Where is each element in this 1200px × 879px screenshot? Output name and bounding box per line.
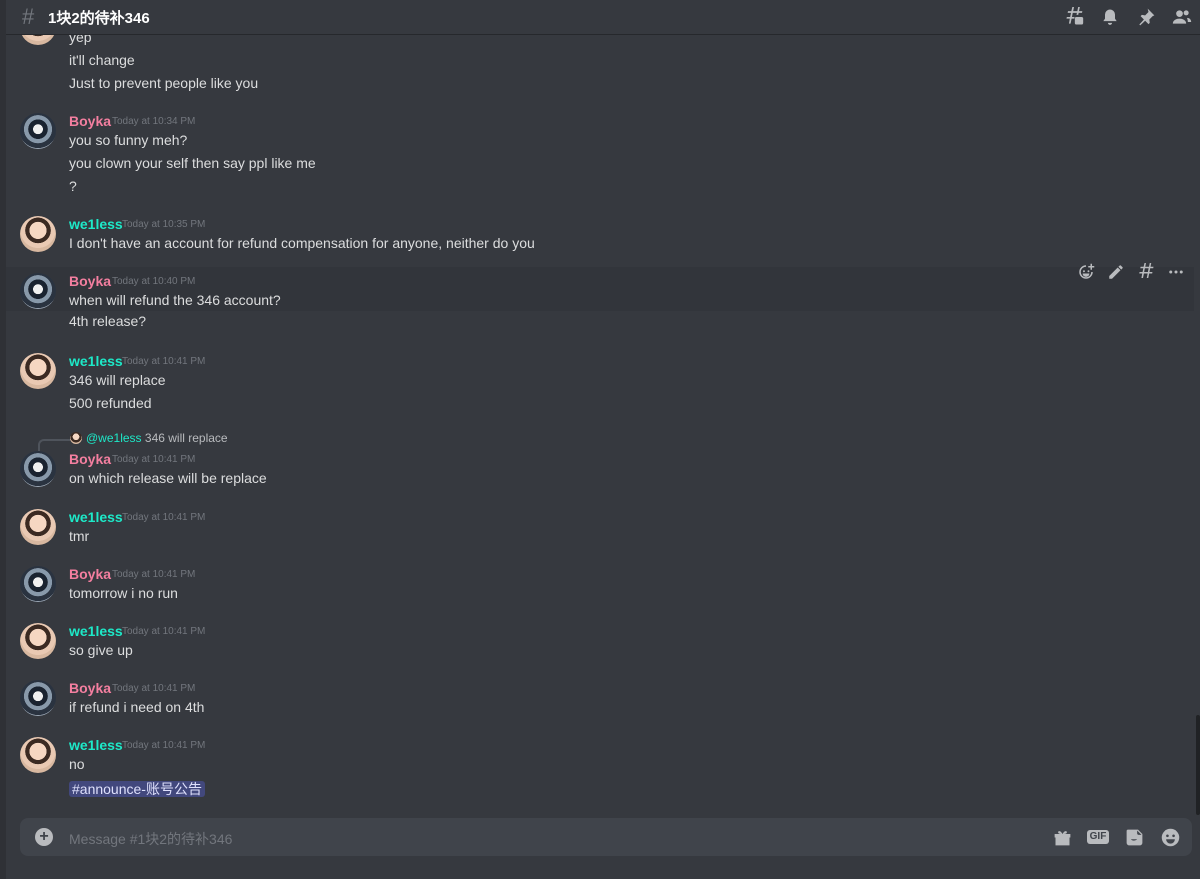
reply-avatar <box>70 432 82 444</box>
message-text: when will refund the 346 account? <box>69 292 281 308</box>
channel-mention[interactable]: #announce-账号公告 <box>69 781 205 797</box>
timestamp: Today at 10:41 PM <box>112 683 196 694</box>
message: we1less Today at 10:35 PM I don't have a… <box>6 210 1194 256</box>
message-text: I don't have an account for refund compe… <box>69 235 535 251</box>
message-text: no <box>69 756 85 772</box>
channel-header: # 1块2的待补346 <box>6 0 1200 35</box>
message-text: you clown your self then say ppl like me <box>69 155 316 171</box>
timestamp: Today at 10:41 PM <box>122 512 206 523</box>
avatar[interactable] <box>20 737 56 773</box>
avatar[interactable] <box>20 451 56 487</box>
avatar[interactable] <box>20 273 56 309</box>
create-thread-icon[interactable] <box>1134 261 1158 283</box>
channel-hash-icon: # <box>22 4 35 29</box>
message-text: tmr <box>69 528 90 544</box>
emoji-icon[interactable] <box>1158 826 1182 848</box>
message-continuation: 4th release? <box>6 311 1194 335</box>
message: we1less Today at 10:41 PM so give up <box>6 618 1194 664</box>
message: Boyka Today at 10:40 PM when will refund… <box>6 267 1194 311</box>
username[interactable]: we1less <box>69 623 123 639</box>
username[interactable]: Boyka <box>69 566 111 582</box>
message-text: 346 will replace <box>69 372 166 388</box>
timestamp: Today at 10:34 PM <box>112 116 196 127</box>
message-text: #announce-账号公告 <box>69 779 205 799</box>
timestamp: Today at 10:41 PM <box>112 454 196 465</box>
avatar[interactable] <box>20 216 56 252</box>
sticker-icon[interactable] <box>1122 826 1146 848</box>
username[interactable]: we1less <box>69 509 123 525</box>
username[interactable]: Boyka <box>69 680 111 696</box>
username[interactable]: we1less <box>69 737 123 753</box>
message: Boyka Today at 10:41 PM on which release… <box>6 447 1194 493</box>
avatar[interactable] <box>20 113 56 149</box>
avatar[interactable] <box>20 680 56 716</box>
timestamp: Today at 10:35 PM <box>122 219 206 230</box>
message: we1less Today at 10:41 PM 346 will repla… <box>6 347 1194 417</box>
message-text: on which release will be replace <box>69 470 267 486</box>
gif-icon[interactable]: GIF <box>1086 826 1110 848</box>
message-hover-toolbar <box>1068 258 1194 286</box>
message: Boyka Today at 10:41 PM if refund i need… <box>6 675 1194 721</box>
avatar[interactable] <box>20 353 56 389</box>
more-icon[interactable] <box>1164 261 1188 283</box>
add-attachment-icon[interactable]: + <box>35 828 53 846</box>
add-reaction-icon[interactable] <box>1074 261 1098 283</box>
reply-reference[interactable]: @we1less 346 will replace <box>70 431 228 445</box>
message-text: 500 refunded <box>69 395 152 411</box>
timestamp: Today at 10:41 PM <box>122 356 206 367</box>
message-composer[interactable]: + Message #1块2的待补346 GIF <box>20 818 1192 856</box>
reply-text: 346 will replace <box>144 431 228 445</box>
timestamp: Today at 10:41 PM <box>122 626 206 637</box>
scrollbar[interactable] <box>1196 715 1200 815</box>
username[interactable]: Boyka <box>69 451 111 467</box>
members-icon[interactable] <box>1170 6 1194 28</box>
message: Boyka Today at 10:41 PM tomorrow i no ru… <box>6 561 1194 607</box>
threads-icon[interactable] <box>1062 6 1086 28</box>
message-text: ? <box>69 178 77 194</box>
message-text: 4th release? <box>69 313 147 329</box>
bell-icon[interactable] <box>1098 6 1122 28</box>
avatar[interactable] <box>20 509 56 545</box>
username[interactable]: we1less <box>69 216 123 232</box>
message-list: yep it'll change Just to prevent people … <box>6 35 1194 805</box>
message-input[interactable]: Message #1块2的待补346 <box>69 829 232 849</box>
message: Boyka Today at 10:34 PM you so funny meh… <box>6 107 1194 197</box>
message: we1less Today at 10:41 PM tmr <box>6 504 1194 550</box>
message-text: it'll change <box>69 52 135 68</box>
reply-author[interactable]: @we1less <box>86 431 142 445</box>
username[interactable]: Boyka <box>69 273 111 289</box>
message-text: so give up <box>69 642 133 658</box>
pin-icon[interactable] <box>1134 6 1158 28</box>
timestamp: Today at 10:40 PM <box>112 276 196 287</box>
channel-title: 1块2的待补346 <box>48 10 150 27</box>
message: yep it'll change Just to prevent people … <box>6 35 1194 95</box>
timestamp: Today at 10:41 PM <box>112 569 196 580</box>
message-text: tomorrow i no run <box>69 585 178 601</box>
message-text: yep <box>69 35 92 45</box>
avatar[interactable] <box>20 623 56 659</box>
username[interactable]: we1less <box>69 353 123 369</box>
message-text: if refund i need on 4th <box>69 699 205 715</box>
message-text: Just to prevent people like you <box>69 75 259 91</box>
edit-icon[interactable] <box>1104 261 1128 283</box>
message: we1less Today at 10:41 PM no #announce-账… <box>6 732 1194 802</box>
gift-icon[interactable] <box>1050 826 1074 848</box>
avatar[interactable] <box>20 566 56 602</box>
username[interactable]: Boyka <box>69 113 111 129</box>
timestamp: Today at 10:41 PM <box>122 740 206 751</box>
message-text: you so funny meh? <box>69 132 188 148</box>
avatar[interactable] <box>20 35 56 45</box>
